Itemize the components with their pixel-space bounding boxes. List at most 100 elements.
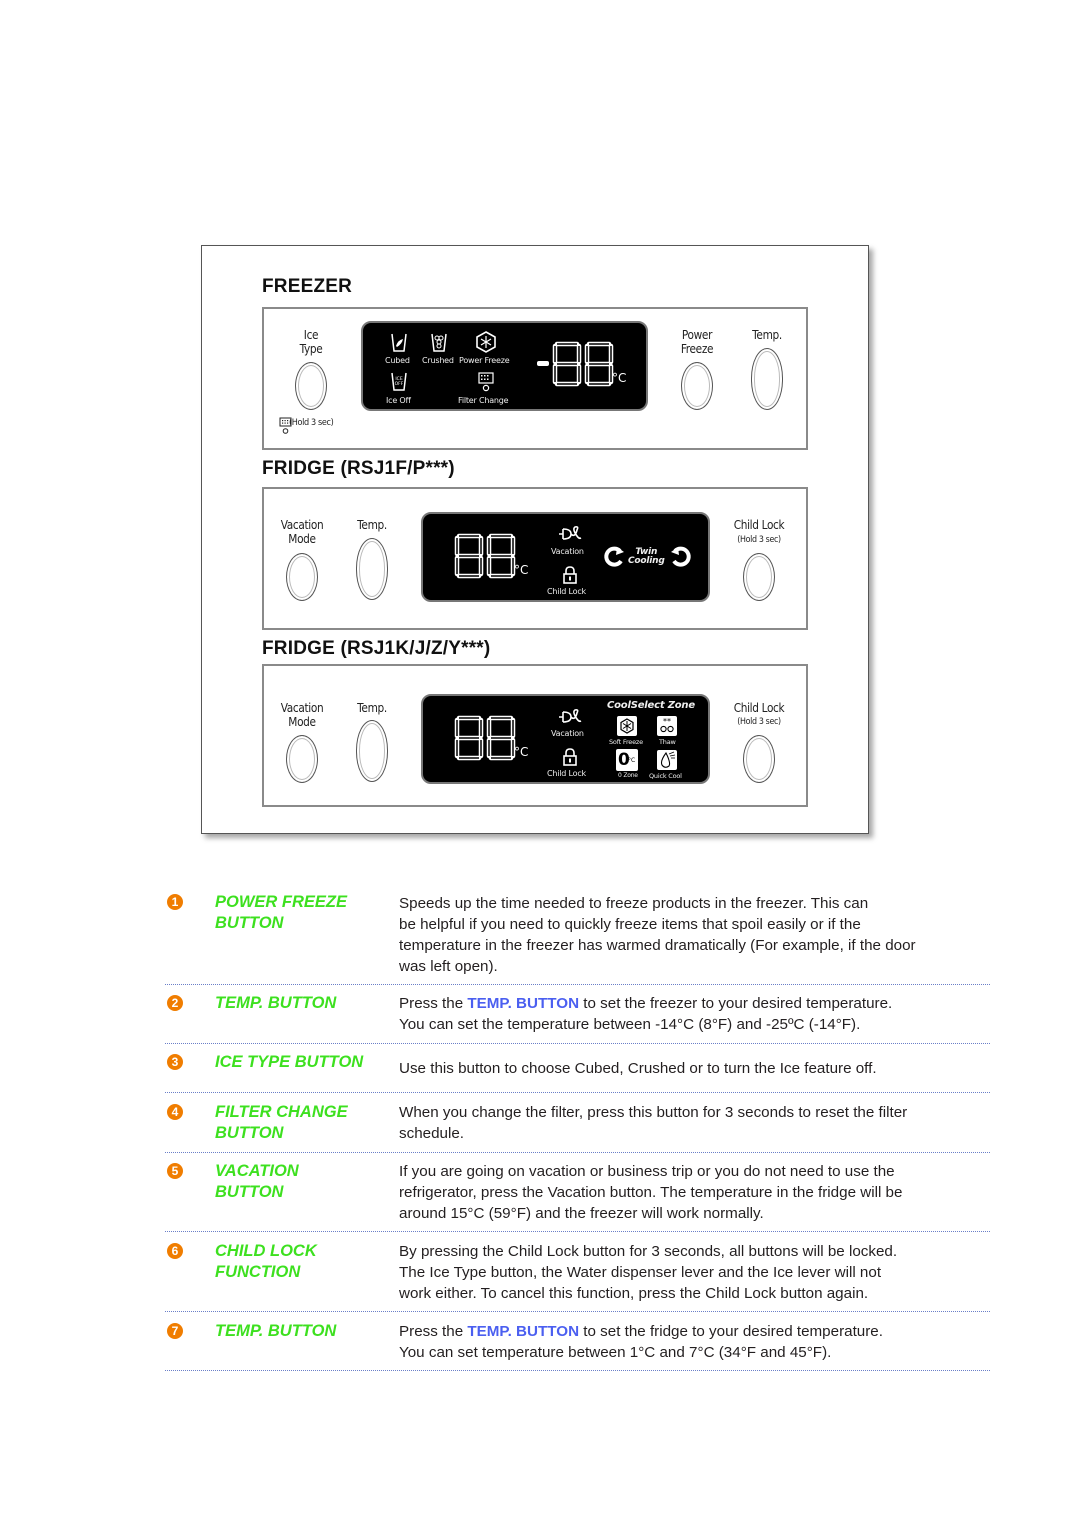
item-title: TEMP. BUTTON <box>215 1322 337 1340</box>
fridge-temp-button[interactable] <box>356 538 388 600</box>
vacation-label-k-line2: Mode <box>288 715 316 729</box>
child-lock-lcd-label: Child Lock <box>547 587 586 596</box>
cubed-label: Cubed <box>385 356 410 365</box>
freezer-temp-button[interactable] <box>751 348 783 410</box>
desc-line: By pressing the Child Lock button for 3 … <box>399 1243 898 1260</box>
separator <box>165 1231 990 1232</box>
separator <box>165 1043 990 1044</box>
child-lock-icon-k <box>563 748 577 766</box>
vacation-mode-button-k[interactable] <box>286 735 318 783</box>
item-title: POWER FREEZE BUTTON <box>215 892 395 934</box>
thaw-label: Thaw <box>659 738 676 746</box>
item-title-line: BUTTON <box>215 914 284 932</box>
item-number-badge: 2 <box>167 995 183 1011</box>
desc-text: to set the freezer to your desired tempe… <box>579 995 893 1012</box>
vacation-mode-button[interactable] <box>286 553 318 601</box>
desc-text: Press the <box>399 995 468 1012</box>
item-number-badge: 7 <box>167 1323 183 1339</box>
separator <box>165 1311 990 1312</box>
item-title: ICE TYPE BUTTON <box>215 1053 364 1071</box>
item-description: Speeds up the time needed to freeze prod… <box>399 893 991 977</box>
fridge-temp-segment-display <box>454 533 516 579</box>
list-item-child-lock: 6 CHILD LOCK FUNCTION By pressing the Ch… <box>165 1241 990 1307</box>
separator <box>165 1152 990 1153</box>
cooling-label: Cooling <box>628 556 665 566</box>
svg-text:OFF: OFF <box>395 381 404 387</box>
fridge-k-unit-label: °C <box>514 745 529 759</box>
fridge-temp-button-k[interactable] <box>356 720 388 782</box>
zero-zone-icon: 0 °C <box>616 749 638 771</box>
vacation-mode-label-k: Vacation Mode <box>276 701 329 729</box>
soft-freeze-icon <box>617 716 637 736</box>
vacation-label-k-line1: Vacation <box>280 701 324 715</box>
fridge-k-lcd-display: °C Vacation Child Lock CoolSelect Zone S… <box>421 694 710 784</box>
item-title-line: FUNCTION <box>215 1263 301 1281</box>
ice-type-label-line2: Type <box>299 342 323 356</box>
power-freeze-button[interactable] <box>681 362 713 410</box>
vacation-plug-icon-k <box>559 709 582 723</box>
separator <box>165 984 990 985</box>
quick-cool-label: Quick Cool <box>649 772 682 780</box>
item-number-badge: 5 <box>167 1163 183 1179</box>
twin-cooling-left-icon <box>604 546 624 567</box>
item-number-badge: 6 <box>167 1243 183 1259</box>
item-title: CHILD LOCK FUNCTION <box>215 1241 395 1283</box>
soft-freeze-label: Soft Freeze <box>609 738 643 746</box>
item-description: Use this button to choose Cubed, Crushed… <box>399 1060 877 1077</box>
fridge-f-unit-label: °C <box>514 563 529 577</box>
fridge-k-title: FRIDGE (RSJ1K/J/Z/Y***) <box>262 638 491 659</box>
item-title-line: POWER FREEZE <box>215 893 348 911</box>
item-description: By pressing the Child Lock button for 3 … <box>399 1241 991 1304</box>
item-description: Press the TEMP. BUTTON to set the freeze… <box>399 993 991 1035</box>
item-description: When you change the filter, press this b… <box>399 1102 991 1144</box>
hold-3-sec-note: (Hold 3 sec) <box>289 418 334 428</box>
fridge-k-temp-segment-display <box>454 715 516 761</box>
twin-cooling-label: Twin Cooling <box>628 548 665 566</box>
desc-line: be helpful if you need to quickly freeze… <box>399 916 861 933</box>
item-title: VACATION BUTTON <box>215 1161 395 1203</box>
separator <box>165 1370 990 1371</box>
desc-line: The Ice Type button, the Water dispenser… <box>399 1264 882 1281</box>
list-item-vacation: 5 VACATION BUTTON If you are going on va… <box>165 1161 990 1227</box>
desc-text: to set the fridge to your desired temper… <box>579 1323 883 1340</box>
child-lock-button[interactable] <box>743 553 775 601</box>
child-lock-button-k[interactable] <box>743 735 775 783</box>
item-description: If you are going on vacation or business… <box>399 1161 991 1224</box>
freezer-temp-label: Temp. <box>752 328 782 342</box>
list-item-filter-change: 4 FILTER CHANGE BUTTON When you change t… <box>165 1102 990 1148</box>
list-item-fridge-temp: 7 TEMP. BUTTON Press the TEMP. BUTTON to… <box>165 1321 990 1367</box>
item-number-badge: 3 <box>167 1054 183 1070</box>
power-freeze-label: Power Freeze <box>459 356 510 365</box>
crushed-label: Crushed <box>422 356 454 365</box>
item-title-line: BUTTON <box>215 1124 284 1142</box>
desc-line: Press the TEMP. BUTTON to set the fridge… <box>399 1321 991 1342</box>
item-title-line: BUTTON <box>215 1183 284 1201</box>
child-lock-hold-note: (Hold 3 sec) <box>737 535 781 545</box>
item-number-badge: 1 <box>167 894 183 910</box>
vacation-label-line1: Vacation <box>280 518 324 532</box>
cubed-ice-icon <box>391 333 407 352</box>
zero-zone-label: 0 Zone <box>618 772 638 779</box>
fridge-temp-label: Temp. <box>357 518 387 532</box>
coolselect-zone-title: CoolSelect Zone <box>607 700 695 711</box>
child-lock-icon <box>563 566 577 584</box>
power-freeze-label-line2: Freeze <box>680 342 714 356</box>
freezer-title: FREEZER <box>262 276 353 297</box>
power-freeze-label-line1: Power <box>681 328 713 342</box>
freezer-lcd-display: Cubed Crushed Power Freeze ICE OFF Ice O… <box>361 321 648 411</box>
desc-line: schedule. <box>399 1125 465 1142</box>
twin-cooling-right-icon <box>671 546 691 567</box>
quick-cool-icon <box>657 750 677 770</box>
fridge-f-title: FRIDGE (RSJ1F/P***) <box>262 458 455 479</box>
ice-type-button[interactable] <box>295 362 327 410</box>
fridge-temp-label-k: Temp. <box>357 701 387 715</box>
item-description: Press the TEMP. BUTTON to set the fridge… <box>399 1321 991 1363</box>
desc-line: When you change the filter, press this b… <box>399 1104 908 1121</box>
desc-line: Speeds up the time needed to freeze prod… <box>399 895 869 912</box>
item-title: FILTER CHANGE BUTTON <box>215 1102 395 1144</box>
vacation-plug-icon <box>559 526 582 540</box>
freezer-unit-label: °C <box>612 371 627 385</box>
child-lock-lcd-label-k: Child Lock <box>547 769 586 778</box>
thaw-icon: ** <box>657 716 677 736</box>
zero-unit: °C <box>628 757 636 764</box>
